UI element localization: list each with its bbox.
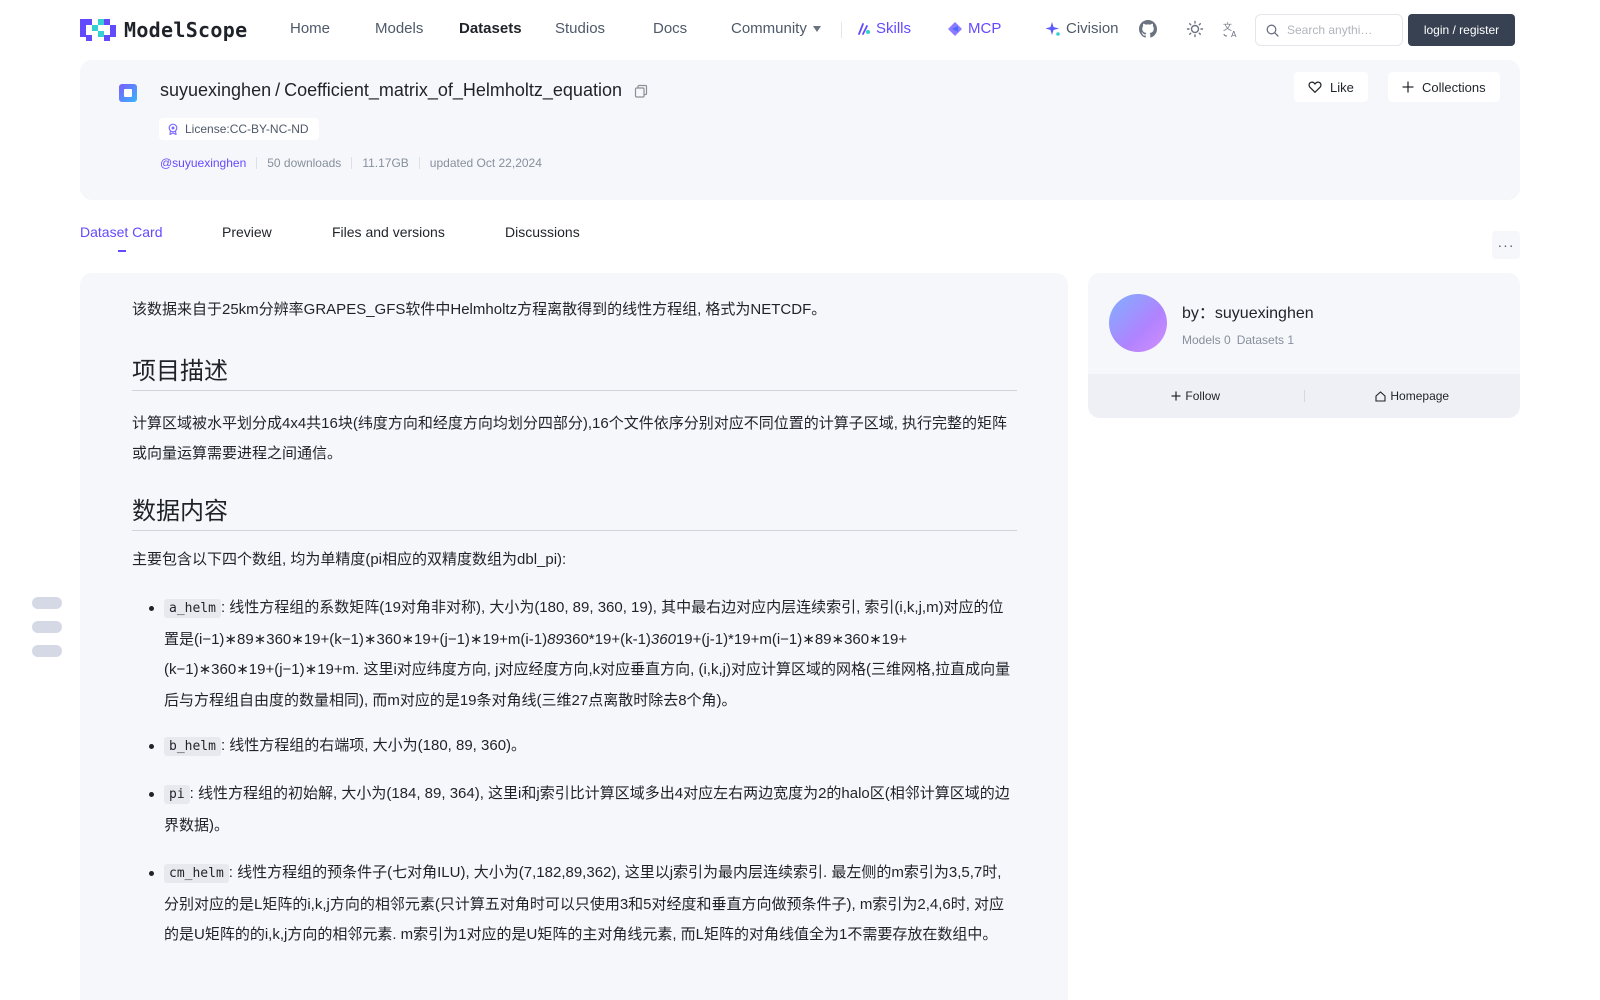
nav-studios[interactable]: Studios <box>555 20 605 37</box>
item-text: 360*19+(k-1) <box>563 630 651 648</box>
models-count[interactable]: Models 0 <box>1182 333 1231 347</box>
license-icon <box>168 123 178 135</box>
item-text: : 线性方程组的右端项, 大小为(180, 89, 360)。 <box>220 737 527 754</box>
brand-name: ModelScope <box>124 18 248 42</box>
more-options-button[interactable]: ··· <box>1492 231 1520 259</box>
description-text: 计算区域被水平划分成4x4共16块(纬度方向和经度方向均划分四部分),16个文件… <box>132 415 1008 462</box>
dataset-icon <box>119 84 137 102</box>
code-a-helm: a_helm <box>164 599 221 618</box>
section-title-content: 数据内容 <box>132 498 228 525</box>
dataset-owner[interactable]: suyuexinghen <box>160 80 271 101</box>
code-pi: pi <box>164 785 190 804</box>
dataset-header: suyuexinghen / Coefficient_matrix_of_Hel… <box>80 60 1520 200</box>
github-icon[interactable] <box>1138 19 1158 39</box>
author-link[interactable]: @suyuexinghen <box>160 156 246 170</box>
toc-bar <box>32 621 62 633</box>
theme-toggle-icon[interactable] <box>1185 19 1205 39</box>
tab-discussions[interactable]: Discussions <box>505 224 580 240</box>
nav-datasets[interactable]: Datasets <box>459 20 522 37</box>
chevron-down-icon <box>812 26 821 33</box>
list-item-a-helm: a_helm: 线性方程组的系数矩阵(19对角非对称), 大小为(180, 89… <box>149 593 1014 716</box>
dataset-size: 11.17GB <box>362 156 409 170</box>
list-item-b-helm: b_helm: 线性方程组的右端项, 大小为(180, 89, 360)。 <box>149 731 1014 763</box>
license-badge: License:CC-BY-NC-ND <box>159 118 319 140</box>
search-input[interactable] <box>1287 23 1395 37</box>
author-stats: Models 0 Datasets 1 <box>1182 333 1294 347</box>
item-text: : 线性方程组的预条件子(七对角ILU), 大小为(7,182,89,362),… <box>164 864 1005 943</box>
item-italic: 89 <box>547 630 564 648</box>
tab-dataset-card[interactable]: Dataset Card <box>80 224 162 252</box>
content-intro-text: 主要包含以下四个数组, 均为单精度(pi相应的双精度数组为dbl_pi): <box>132 551 567 568</box>
license-text: License:CC-BY-NC-ND <box>185 122 309 136</box>
collections-button[interactable]: Collections <box>1388 72 1500 102</box>
meta-divider <box>256 157 258 169</box>
nav-home[interactable]: Home <box>290 20 330 37</box>
datasets-count[interactable]: Datasets 1 <box>1237 333 1294 347</box>
nav-community-label: Community <box>731 20 807 37</box>
homepage-button[interactable]: Homepage <box>1305 389 1521 403</box>
updated-date: updated Oct 22,2024 <box>429 156 542 170</box>
nav-community[interactable]: Community <box>731 20 821 37</box>
author-actions: Follow Homepage <box>1088 374 1520 418</box>
list-item-pi: pi: 线性方程组的初始解, 大小为(184, 89, 364), 这里i和j索… <box>149 779 1014 841</box>
plus-icon <box>1171 391 1181 401</box>
code-cm-helm: cm_helm <box>164 864 229 883</box>
follow-button[interactable]: Follow <box>1088 389 1304 403</box>
nav-civision[interactable]: Civision <box>1045 20 1119 37</box>
dataset-name: Coefficient_matrix_of_Helmholtz_equation <box>284 80 622 100</box>
toc-bar <box>32 645 62 657</box>
skills-icon <box>858 22 870 35</box>
nav-mcp-label: MCP <box>968 20 1002 37</box>
svg-text:A: A <box>1231 30 1237 38</box>
language-icon[interactable]: 文A <box>1221 19 1241 39</box>
intro-text: 该数据来自于25km分辨率GRAPES_GFS软件中Helmholtz方程离散得… <box>132 301 827 318</box>
section-divider <box>132 390 1017 391</box>
sparkle-icon <box>1045 21 1060 36</box>
nav-docs[interactable]: Docs <box>653 20 687 37</box>
collections-label: Collections <box>1422 79 1486 95</box>
login-register-button[interactable]: login / register <box>1408 14 1515 46</box>
code-b-helm: b_helm <box>164 737 221 756</box>
like-button[interactable]: Like <box>1294 72 1368 102</box>
dataset-title: suyuexinghen / Coefficient_matrix_of_Hel… <box>160 80 648 101</box>
like-label: Like <box>1330 79 1354 95</box>
meta-divider <box>418 157 420 169</box>
nav-civision-label: Civision <box>1066 20 1119 37</box>
plus-icon <box>1402 81 1414 93</box>
list-item-cm-helm: cm_helm: 线性方程组的预条件子(七对角ILU), 大小为(7,182,8… <box>149 858 1014 951</box>
tab-files-and-versions[interactable]: Files and versions <box>332 224 445 240</box>
meta-divider <box>351 157 353 169</box>
heart-icon <box>1308 81 1322 94</box>
avatar[interactable] <box>1109 294 1167 352</box>
search-icon <box>1266 24 1279 37</box>
section-title-description: 项目描述 <box>132 358 228 385</box>
item-text: : 线性方程组的初始解, 大小为(184, 89, 364), 这里i和j索引比… <box>164 785 1010 834</box>
item-italic: 360 <box>650 630 676 648</box>
copy-icon[interactable] <box>634 84 648 98</box>
section-divider <box>132 530 1017 531</box>
author-name[interactable]: by：suyuexinghen <box>1182 299 1314 323</box>
nav-divider <box>841 22 842 38</box>
top-nav: ModelScope Home Models Datasets Studios … <box>0 0 1600 58</box>
homepage-label: Homepage <box>1390 389 1450 403</box>
download-count: 50 downloads <box>267 156 342 170</box>
nav-skills[interactable]: Skills <box>857 20 911 37</box>
title-separator: / <box>275 80 281 100</box>
logo-mark-icon <box>80 19 118 41</box>
nav-skills-label: Skills <box>876 20 912 37</box>
toc-toggle-widget[interactable] <box>32 597 62 659</box>
tab-preview[interactable]: Preview <box>222 224 272 240</box>
brand-logo[interactable]: ModelScope <box>80 18 247 42</box>
dataset-meta: @suyuexinghen 50 downloads 11.17GB updat… <box>160 156 542 170</box>
home-icon <box>1375 390 1386 402</box>
search-box[interactable] <box>1255 14 1403 46</box>
mcp-icon <box>948 21 962 36</box>
follow-label: Follow <box>1185 389 1221 403</box>
author-card: by：suyuexinghen Models 0 Datasets 1 Foll… <box>1088 273 1520 418</box>
toc-bar <box>32 597 62 609</box>
nav-models[interactable]: Models <box>375 20 423 37</box>
nav-mcp[interactable]: MCP <box>947 20 1001 37</box>
dataset-card-content: 该数据来自于25km分辨率GRAPES_GFS软件中Helmholtz方程离散得… <box>80 273 1068 1000</box>
